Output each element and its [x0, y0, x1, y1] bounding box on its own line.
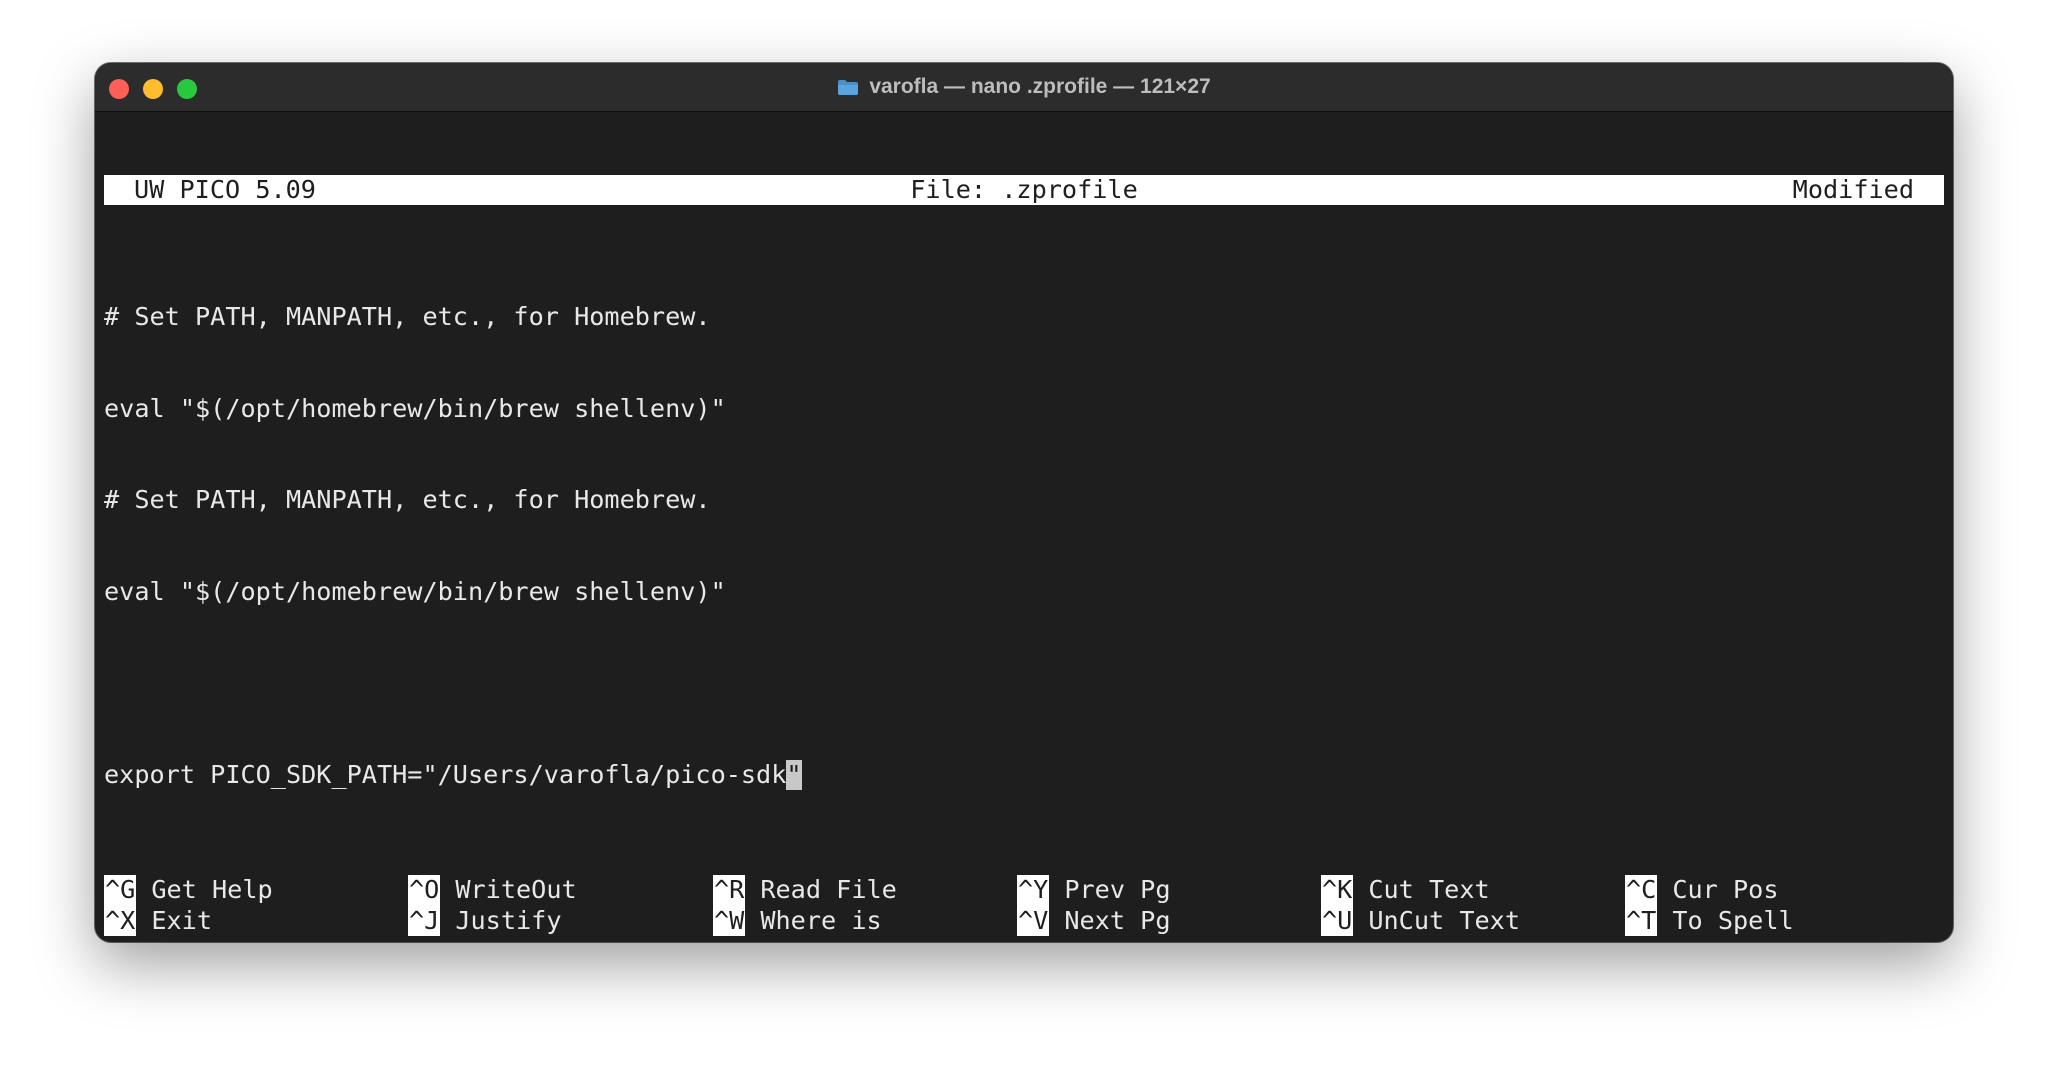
shortcut-read-file[interactable]: ^R Read File	[713, 875, 897, 906]
shortcut-key: ^Y	[1017, 875, 1050, 906]
modified-indicator: Modified	[1792, 175, 1914, 204]
terminal-window: varofla — nano .zprofile — 121×27 UW PIC…	[95, 63, 1953, 942]
shortcut-where-is[interactable]: ^W Where is	[713, 905, 882, 936]
shortcut-to-spell[interactable]: ^T To Spell	[1625, 905, 1794, 936]
shortcut-label: To Spell	[1672, 905, 1794, 935]
shortcut-label: Read File	[760, 875, 897, 904]
shortcut-label: Cut Text	[1368, 875, 1490, 904]
window-title-group: varofla — nano .zprofile — 121×27	[95, 63, 1953, 111]
shortcut-cur-pos[interactable]: ^C Cur Pos	[1625, 875, 1779, 906]
shortcut-key: ^J	[408, 905, 441, 936]
shortcut-label: Next Pg	[1064, 905, 1171, 935]
current-line-text[interactable]: export PICO_SDK_PATH="/Users/varofla/pic…	[104, 760, 786, 789]
shortcut-key: ^K	[1321, 875, 1354, 906]
file-name: File: .zprofile	[910, 175, 1138, 204]
editor-buffer[interactable]: # Set PATH, MANPATH, etc., for Homebrew.…	[104, 241, 802, 851]
shortcut-label: Where is	[760, 905, 882, 935]
shortcut-key: ^W	[713, 905, 746, 936]
nano-status-bar: UW PICO 5.09 File: .zprofile Modified	[104, 175, 1944, 205]
shortcut-cut-text[interactable]: ^K Cut Text	[1321, 875, 1490, 906]
folder-icon	[837, 79, 859, 95]
editor-line[interactable]: eval "$(/opt/homebrew/bin/brew shellenv)…	[104, 394, 802, 425]
shortcut-key: ^V	[1017, 905, 1050, 936]
title-bar[interactable]: varofla — nano .zprofile — 121×27	[95, 63, 1953, 112]
shortcut-label: Prev Pg	[1064, 875, 1171, 904]
editor-line-current[interactable]: export PICO_SDK_PATH="/Users/varofla/pic…	[104, 759, 802, 790]
shortcut-key: ^X	[104, 905, 137, 936]
shortcut-label: Cur Pos	[1672, 875, 1779, 904]
shortcut-uncut-text[interactable]: ^U UnCut Text	[1321, 905, 1520, 936]
shortcut-key: ^R	[713, 875, 746, 906]
editor-line[interactable]: # Set PATH, MANPATH, etc., for Homebrew.	[104, 302, 802, 333]
editor-line[interactable]: eval "$(/opt/homebrew/bin/brew shellenv)…	[104, 577, 802, 608]
editor-line[interactable]	[104, 668, 802, 699]
shortcut-key: ^C	[1625, 875, 1658, 906]
shortcut-key: ^T	[1625, 905, 1658, 936]
shortcut-key: ^O	[408, 875, 441, 906]
window-title: varofla — nano .zprofile — 121×27	[869, 75, 1211, 98]
shortcut-label: Get Help	[151, 875, 273, 904]
shortcut-label: UnCut Text	[1368, 905, 1520, 935]
shortcut-label: WriteOut	[455, 875, 577, 904]
text-cursor: "	[786, 759, 802, 790]
shortcut-next-page[interactable]: ^V Next Pg	[1017, 905, 1171, 936]
shortcut-writeout[interactable]: ^O WriteOut	[408, 875, 577, 906]
shortcut-exit[interactable]: ^X Exit	[104, 905, 213, 936]
shortcut-key: ^U	[1321, 905, 1354, 936]
editor-line[interactable]: # Set PATH, MANPATH, etc., for Homebrew.	[104, 485, 802, 516]
shortcut-label: Justify	[455, 905, 562, 935]
minimize-button[interactable]	[143, 79, 163, 99]
maximize-button[interactable]	[177, 79, 197, 99]
shortcut-bar: ^G Get Help ^O WriteOut ^R Read File ^Y Prev…	[104, 875, 1944, 937]
shortcut-prev-page[interactable]: ^Y Prev Pg	[1017, 875, 1171, 906]
terminal-content[interactable]: UW PICO 5.09 File: .zprofile Modified # …	[104, 113, 1944, 936]
shortcut-label: Exit	[151, 905, 213, 935]
shortcut-key: ^G	[104, 875, 137, 906]
shortcut-justify[interactable]: ^J Justify	[408, 905, 562, 936]
shortcut-get-help[interactable]: ^G Get Help	[104, 875, 273, 906]
close-button[interactable]	[109, 79, 129, 99]
